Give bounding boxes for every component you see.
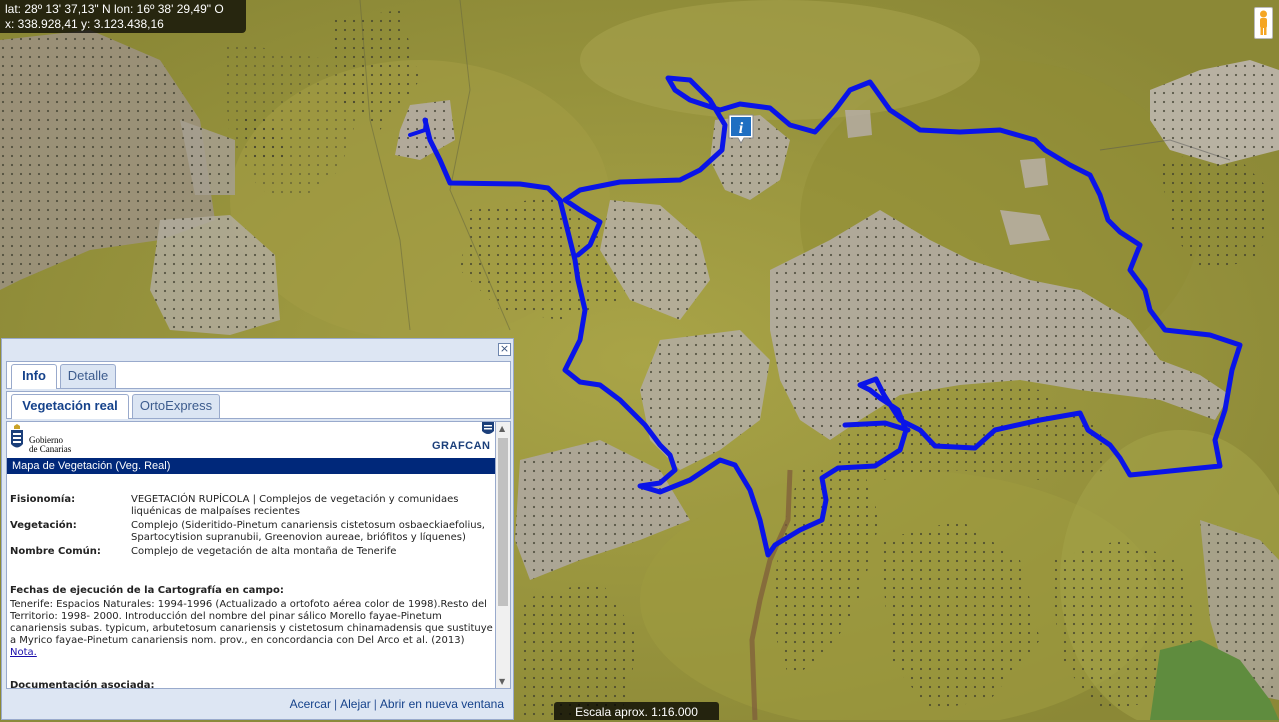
tab-info[interactable]: Info: [11, 364, 57, 389]
field-key: Fisionomía:: [10, 494, 76, 505]
tab-ortoexpress[interactable]: OrtoExpress: [132, 394, 220, 418]
info-marker-icon[interactable]: i: [728, 114, 754, 144]
tab-vegetacion-real[interactable]: Vegetación real: [11, 394, 129, 419]
latlon-text: lat: 28º 13' 37,13" N lon: 16º 38' 29,49…: [5, 2, 224, 16]
grafcan-logo: GRAFCAN: [432, 440, 491, 452]
panel-links: Acercar | Alejar | Abrir en nueva ventana: [289, 697, 504, 711]
scroll-thumb[interactable]: [498, 438, 508, 606]
fechas-body: Tenerife: Espacios Naturales: 1994-1996 …: [10, 599, 493, 659]
fechas-text: Tenerife: Espacios Naturales: 1994-1996 …: [10, 599, 493, 646]
xy-text: x: 338.928,41 y: 3.123.438,16: [5, 17, 164, 31]
pegman-icon[interactable]: [1254, 7, 1273, 39]
tab-detalle[interactable]: Detalle: [60, 364, 116, 388]
close-icon[interactable]: ×: [498, 343, 511, 356]
field-key: Vegetación:: [10, 520, 77, 531]
documentacion-heading: Documentación asociada:: [10, 680, 155, 689]
field-value: VEGETACIÓN RUPÍCOLA | Complejos de veget…: [131, 494, 459, 517]
map-title: Mapa de Vegetación (Veg. Real): [7, 458, 495, 474]
acercar-link[interactable]: Acercar: [290, 697, 331, 711]
info-panel: × Info Detalle Vegetación real OrtoExpre…: [1, 338, 514, 720]
field-value: Complejo de vegetación de alta montaña d…: [131, 546, 397, 557]
scroll-up-icon[interactable]: ▲: [499, 424, 505, 433]
svg-text:i: i: [739, 120, 744, 137]
scroll-down-icon[interactable]: ▼: [499, 677, 505, 686]
gobierno-canarias-logo: Gobierno de Canarias: [9, 424, 89, 456]
main-tabbar: Info Detalle: [6, 361, 511, 389]
grafcan-shield-icon: [482, 422, 494, 434]
alejar-link[interactable]: Alejar: [340, 697, 371, 711]
coordinates-readout: lat: 28º 13' 37,13" N lon: 16º 38' 29,49…: [0, 0, 246, 33]
abrir-nueva-ventana-link[interactable]: Abrir en nueva ventana: [380, 697, 504, 711]
field-key: Nombre Común:: [10, 546, 101, 557]
gobierno-line2: de Canarias: [29, 444, 72, 454]
sub-tabbar: Vegetación real OrtoExpress: [6, 391, 511, 419]
info-content[interactable]: Gobierno de Canarias GRAFCAN Mapa de Veg…: [6, 421, 496, 689]
field-value: Complejo (Sideritido-Pinetum canariensis…: [131, 520, 485, 543]
content-scrollbar[interactable]: ▲ ▼: [496, 421, 511, 689]
nota-link[interactable]: Nota.: [10, 647, 37, 658]
scale-label: Escala aprox. 1:16.000: [554, 702, 719, 720]
fechas-heading: Fechas de ejecución de la Cartografía en…: [10, 585, 284, 596]
